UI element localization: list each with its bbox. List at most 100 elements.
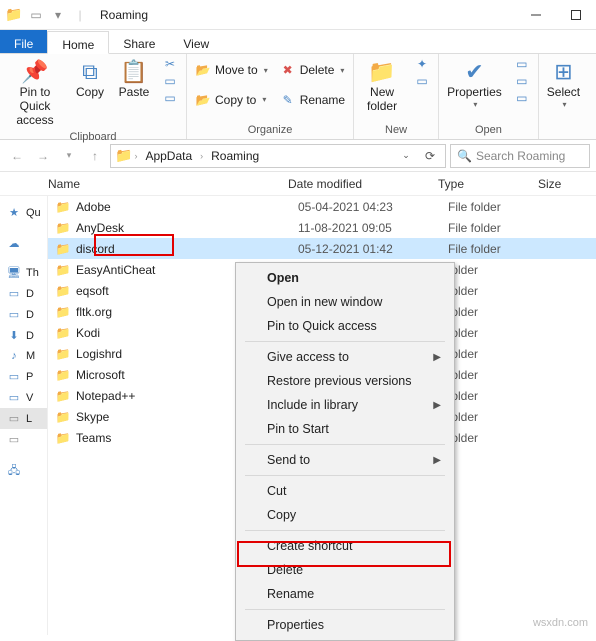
history-icon: ▭ [514,91,530,105]
sidebar-item[interactable]: ▭ [0,429,47,450]
menu-item-create-shortcut[interactable]: Create shortcut [239,534,451,558]
copy-to-button[interactable]: 📂Copy to▾ [191,92,272,108]
minimize-button[interactable] [516,0,556,30]
tab-home[interactable]: Home [47,31,109,54]
network-icon: 🖧 [6,462,22,481]
col-type[interactable]: Type [438,177,538,191]
move-to-button[interactable]: 📂Move to▾ [191,62,272,78]
chevron-right-icon: ▶ [433,400,441,411]
table-row[interactable]: 📁AnyDesk11-08-2021 09:05File folder [48,217,596,238]
menu-item-open[interactable]: Open [239,266,451,290]
folder-icon: 📁 [54,242,72,256]
recent-button[interactable]: ▾ [58,145,80,167]
col-size[interactable]: Size [538,177,596,191]
qat-dropdown[interactable]: ▾ [50,7,66,23]
folder-icon: 📁 [54,326,72,340]
history-button[interactable]: ▭ [510,90,534,106]
crumb-appdata[interactable]: AppData [139,145,198,167]
sidebar-onedrive[interactable]: ☁ [0,233,47,254]
sidebar-item[interactable]: ⬇D [0,325,47,346]
group-new: 📁 New folder ✦ ▭ New [354,54,439,139]
sidebar-item[interactable]: ▭L [0,408,47,429]
tab-file[interactable]: File [0,30,47,53]
sidebar-network[interactable]: 🖧 [0,458,47,485]
chevron-right-icon: › [200,151,203,161]
menu-item-delete[interactable]: Delete [239,558,451,582]
menu-label: Create shortcut [267,539,352,553]
sidebar-item[interactable]: ▭D [0,283,47,304]
menu-separator [245,530,445,531]
sidebar-quick-access[interactable]: ★Qu [0,202,47,223]
menu-item-open-in-new-window[interactable]: Open in new window [239,290,451,314]
file-type: File folder [448,200,548,214]
breadcrumb[interactable]: 📁 › AppData › Roaming ⌄ ⟳ [110,144,446,168]
menu-item-copy[interactable]: Copy [239,503,451,527]
address-dropdown[interactable]: ⌄ [395,145,417,167]
column-headers: Name Date modified Type Size [0,172,596,196]
group-select-label [543,134,584,137]
maximize-button[interactable] [556,0,596,30]
edit-button[interactable]: ▭ [510,73,534,89]
table-row[interactable]: 📁discord05-12-2021 01:42File folder [48,238,596,259]
file-type: folder [448,263,548,277]
qat-item[interactable]: ▭ [28,7,44,23]
col-date[interactable]: Date modified [288,177,438,191]
menu-item-cut[interactable]: Cut [239,479,451,503]
sidebar-item[interactable]: ♪M [0,346,47,366]
refresh-button[interactable]: ⟳ [419,145,441,167]
menu-item-send-to[interactable]: Send to▶ [239,448,451,472]
cloud-icon: ☁ [6,237,22,250]
menu-item-rename[interactable]: Rename [239,582,451,606]
paste-shortcut-button[interactable]: ▭ [158,90,182,106]
pin-to-quick-access-button[interactable]: 📌 Pin to Quick access [4,56,66,129]
menu-label: Rename [267,587,314,601]
menu-item-pin-to-quick-access[interactable]: Pin to Quick access [239,314,451,338]
menu-item-pin-to-start[interactable]: Pin to Start [239,417,451,441]
sidebar-item[interactable]: ▭V [0,387,47,408]
tab-share[interactable]: Share [109,30,169,53]
sidebar-this-pc[interactable]: 🖥Th [0,262,47,283]
context-menu: Open Open in new windowPin to Quick acces… [235,262,455,641]
menu-separator [245,609,445,610]
videos-icon: ▭ [6,391,22,404]
properties-button[interactable]: ✔ Properties ▾ [443,56,506,111]
up-button[interactable]: ↑ [84,145,106,167]
delete-button[interactable]: ✖Delete▾ [276,62,349,78]
select-button[interactable]: ⊞ Select ▾ [543,56,584,111]
menu-item-include-in-library[interactable]: Include in library▶ [239,393,451,417]
menu-label: Cut [267,484,286,498]
scissors-icon: ✂ [162,57,178,71]
file-type: folder [448,305,548,319]
menu-label: Properties [267,618,324,632]
copy-path-button[interactable]: ▭ [158,73,182,89]
copy-to-icon: 📂 [195,93,211,107]
col-name[interactable]: Name [48,177,288,191]
menu-label: Give access to [267,350,349,364]
tab-view[interactable]: View [169,30,223,53]
crumb-roaming[interactable]: Roaming [205,145,265,167]
rename-button[interactable]: ✎Rename [276,92,349,108]
new-item-button[interactable]: ✦ [410,56,434,72]
easy-access-button[interactable]: ▭ [410,73,434,89]
open-button[interactable]: ▭ [510,56,534,72]
forward-button[interactable]: → [32,145,54,167]
copy-button[interactable]: ⧉ Copy [70,56,110,102]
pc-icon: 🖥 [6,266,22,279]
paste-button[interactable]: 📋 Paste [114,56,154,102]
new-folder-button[interactable]: 📁 New folder [358,56,406,116]
file-name: AnyDesk [72,221,298,235]
menu-item-give-access-to[interactable]: Give access to▶ [239,345,451,369]
drive-icon: ▭ [6,412,22,425]
back-button[interactable]: ← [6,145,28,167]
menu-label: Delete [267,563,303,577]
edit-icon: ▭ [514,74,530,88]
sidebar-item[interactable]: ▭P [0,366,47,387]
sidebar-item[interactable]: ▭D [0,304,47,325]
menu-label: Open [267,271,299,285]
table-row[interactable]: 📁Adobe05-04-2021 04:23File folder [48,196,596,217]
menu-item-properties[interactable]: Properties [239,613,451,637]
search-input[interactable]: 🔍 Search Roaming [450,144,590,168]
menu-item-restore-previous-versions[interactable]: Restore previous versions [239,369,451,393]
menu-label: Pin to Start [267,422,329,436]
cut-button[interactable]: ✂ [158,56,182,72]
